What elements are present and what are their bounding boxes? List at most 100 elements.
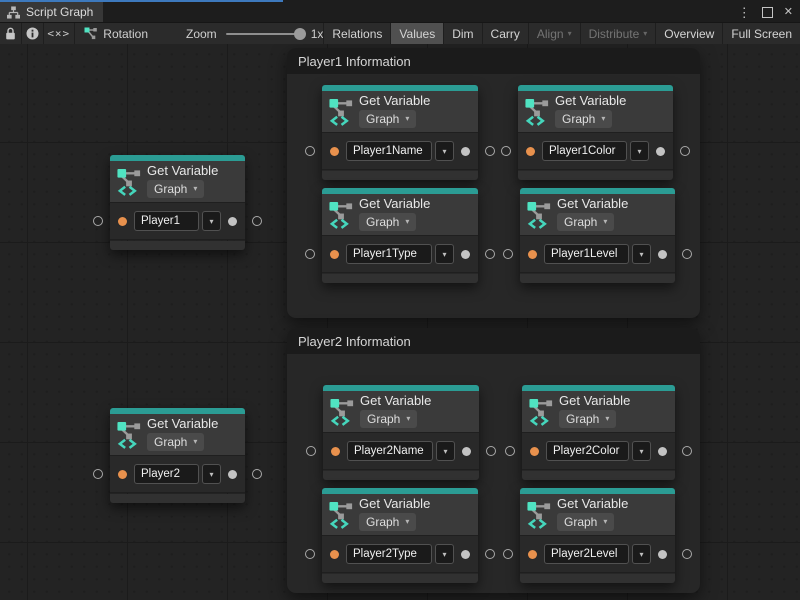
graph-canvas[interactable]: Player1 Information Player2 Information … xyxy=(0,44,800,600)
variable-name-dropdown[interactable]: Player1Level ▾ xyxy=(544,244,651,264)
value-output-port-dot[interactable] xyxy=(658,447,667,456)
value-output-port-dot[interactable] xyxy=(462,447,471,456)
variable-name-dropdown[interactable]: Player2Color ▾ xyxy=(546,441,651,461)
variable-name-dropdown[interactable]: Player1Name ▾ xyxy=(346,141,454,161)
zoom-slider-handle[interactable] xyxy=(294,28,306,40)
relations-toggle[interactable]: Relations xyxy=(323,23,390,44)
get-variable-node[interactable]: Get Variable Graph ▾ Player1Level ▾ xyxy=(520,188,675,283)
value-output-port-dot[interactable] xyxy=(461,147,470,156)
value-output-port-dot[interactable] xyxy=(658,250,667,259)
get-variable-node[interactable]: Get Variable Graph ▾ Player2Name ▾ xyxy=(323,385,479,480)
input-port[interactable] xyxy=(501,146,511,156)
value-output-port-dot[interactable] xyxy=(461,250,470,259)
output-port[interactable] xyxy=(680,146,690,156)
info-button[interactable] xyxy=(22,23,43,44)
variable-kind-dropdown[interactable]: Graph ▾ xyxy=(147,433,204,451)
variable-name-port-dot[interactable] xyxy=(528,550,537,559)
dropdown-arrow-icon[interactable]: ▾ xyxy=(632,244,651,264)
input-port[interactable] xyxy=(305,549,315,559)
lock-button[interactable] xyxy=(0,23,21,44)
get-variable-node[interactable]: Get Variable Graph ▾ Player1Type ▾ xyxy=(322,188,478,283)
variable-name-dropdown[interactable]: Player1Color ▾ xyxy=(542,141,649,161)
get-variable-node[interactable]: Get Variable Graph ▾ Player1Color ▾ xyxy=(518,85,673,180)
carry-toggle[interactable]: Carry xyxy=(482,23,528,44)
get-variable-node[interactable]: Get Variable Graph ▾ Player2 ▾ xyxy=(110,408,245,503)
value-output-port-dot[interactable] xyxy=(461,550,470,559)
variable-name-port-dot[interactable] xyxy=(330,250,339,259)
input-port[interactable] xyxy=(503,249,513,259)
output-port[interactable] xyxy=(486,446,496,456)
dropdown-arrow-icon[interactable]: ▾ xyxy=(630,141,649,161)
variable-name-port-dot[interactable] xyxy=(331,447,340,456)
variable-name-port-dot[interactable] xyxy=(118,470,127,479)
variable-kind-dropdown[interactable]: Graph ▾ xyxy=(555,110,612,128)
variable-name-dropdown[interactable]: Player1 ▾ xyxy=(134,211,221,231)
variable-kind-dropdown[interactable]: Graph ▾ xyxy=(147,180,204,198)
maximize-icon[interactable] xyxy=(762,7,773,18)
code-brackets-button[interactable]: <×> xyxy=(44,23,74,44)
get-variable-node[interactable]: Get Variable Graph ▾ Player1Name ▾ xyxy=(322,85,478,180)
output-port[interactable] xyxy=(485,249,495,259)
variable-kind-dropdown[interactable]: Graph ▾ xyxy=(360,410,417,428)
variable-kind-dropdown[interactable]: Graph ▾ xyxy=(559,410,616,428)
input-port[interactable] xyxy=(505,446,515,456)
get-variable-node[interactable]: Get Variable Graph ▾ Player2Color ▾ xyxy=(522,385,675,480)
zoom-slider[interactable] xyxy=(226,33,302,35)
input-port[interactable] xyxy=(93,216,103,226)
variable-name-port-dot[interactable] xyxy=(528,250,537,259)
get-variable-node[interactable]: Get Variable Graph ▾ Player1 ▾ xyxy=(110,155,245,250)
variable-name-port-dot[interactable] xyxy=(330,147,339,156)
dropdown-arrow-icon[interactable]: ▾ xyxy=(202,211,221,231)
full-screen-button[interactable]: Full Screen xyxy=(722,23,800,44)
output-port[interactable] xyxy=(252,469,262,479)
variable-name-port-dot[interactable] xyxy=(330,550,339,559)
input-port[interactable] xyxy=(93,469,103,479)
variable-name-dropdown[interactable]: Player2 ▾ xyxy=(134,464,221,484)
dropdown-arrow-icon[interactable]: ▾ xyxy=(632,441,651,461)
overview-button[interactable]: Overview xyxy=(655,23,722,44)
dim-toggle[interactable]: Dim xyxy=(443,23,481,44)
dropdown-arrow-icon[interactable]: ▾ xyxy=(436,441,455,461)
variable-name-dropdown[interactable]: Player2Name ▾ xyxy=(347,441,455,461)
input-port[interactable] xyxy=(503,549,513,559)
variable-name-dropdown[interactable]: Player2Level ▾ xyxy=(544,544,651,564)
group-header[interactable]: Player2 Information xyxy=(287,328,700,354)
dropdown-arrow-icon[interactable]: ▾ xyxy=(435,244,454,264)
value-output-port-dot[interactable] xyxy=(228,470,237,479)
variable-name-dropdown[interactable]: Player1Type ▾ xyxy=(346,244,454,264)
tab-script-graph[interactable]: Script Graph xyxy=(0,2,103,22)
variable-name-port-dot[interactable] xyxy=(526,147,535,156)
close-icon[interactable]: ✕ xyxy=(784,7,793,18)
input-port[interactable] xyxy=(306,446,316,456)
window-menu-icon[interactable]: ⋮ xyxy=(738,6,751,19)
dropdown-arrow-icon[interactable]: ▾ xyxy=(202,464,221,484)
value-output-port-dot[interactable] xyxy=(658,550,667,559)
variable-name-port-dot[interactable] xyxy=(530,447,539,456)
variable-kind-dropdown[interactable]: Graph ▾ xyxy=(557,513,614,531)
get-variable-node[interactable]: Get Variable Graph ▾ Player2Level ▾ xyxy=(520,488,675,583)
values-toggle[interactable]: Values xyxy=(390,23,443,44)
variable-kind-dropdown[interactable]: Graph ▾ xyxy=(359,213,416,231)
output-port[interactable] xyxy=(252,216,262,226)
align-dropdown[interactable]: Align ▾ xyxy=(528,23,580,44)
get-variable-node[interactable]: Get Variable Graph ▾ Player2Type ▾ xyxy=(322,488,478,583)
output-port[interactable] xyxy=(682,249,692,259)
output-port[interactable] xyxy=(682,549,692,559)
variable-name-dropdown[interactable]: Player2Type ▾ xyxy=(346,544,454,564)
value-output-port-dot[interactable] xyxy=(656,147,665,156)
variable-kind-dropdown[interactable]: Graph ▾ xyxy=(359,110,416,128)
dropdown-arrow-icon[interactable]: ▾ xyxy=(435,544,454,564)
distribute-dropdown[interactable]: Distribute ▾ xyxy=(580,23,656,44)
variable-kind-dropdown[interactable]: Graph ▾ xyxy=(557,213,614,231)
variable-name-port-dot[interactable] xyxy=(118,217,127,226)
output-port[interactable] xyxy=(485,146,495,156)
group-header[interactable]: Player1 Information xyxy=(287,48,700,74)
dropdown-arrow-icon[interactable]: ▾ xyxy=(435,141,454,161)
value-output-port-dot[interactable] xyxy=(228,217,237,226)
input-port[interactable] xyxy=(305,249,315,259)
output-port[interactable] xyxy=(682,446,692,456)
input-port[interactable] xyxy=(305,146,315,156)
dropdown-arrow-icon[interactable]: ▾ xyxy=(632,544,651,564)
output-port[interactable] xyxy=(485,549,495,559)
variable-kind-dropdown[interactable]: Graph ▾ xyxy=(359,513,416,531)
